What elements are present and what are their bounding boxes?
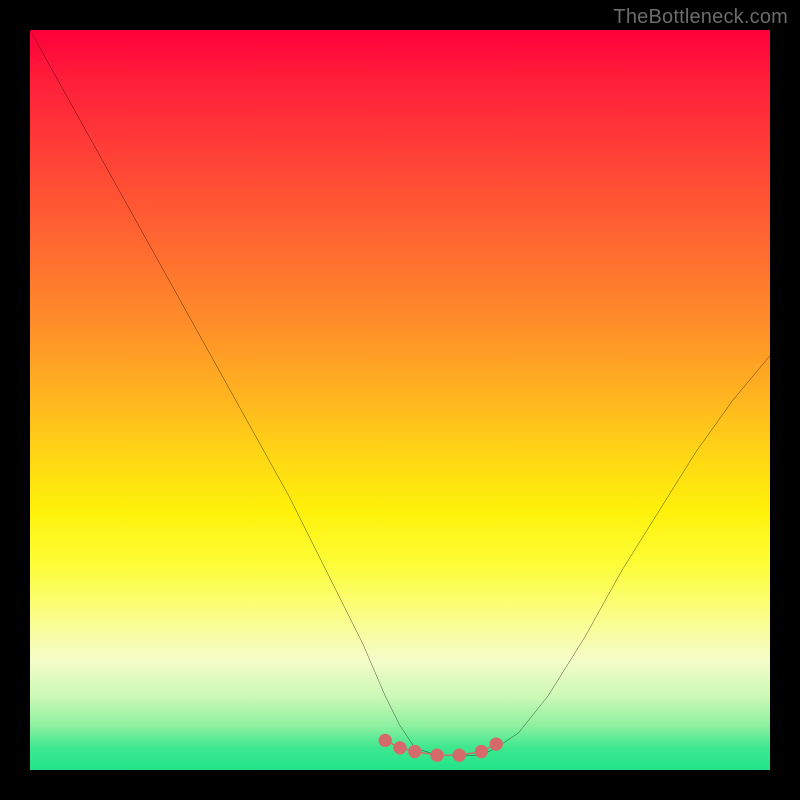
flat-segment-dot <box>475 745 488 758</box>
flat-segment-dot <box>379 734 392 747</box>
flat-segment-dot <box>490 737 503 750</box>
watermark-text: TheBottleneck.com <box>613 6 788 29</box>
plot-area <box>30 30 770 770</box>
flat-segment <box>30 30 770 770</box>
flat-segment-dot <box>393 741 406 754</box>
flat-segment-dots <box>379 734 503 762</box>
flat-segment-dot <box>453 749 466 762</box>
flat-segment-dot <box>430 749 443 762</box>
chart-frame: TheBottleneck.com <box>0 0 800 800</box>
flat-segment-dot <box>408 745 421 758</box>
